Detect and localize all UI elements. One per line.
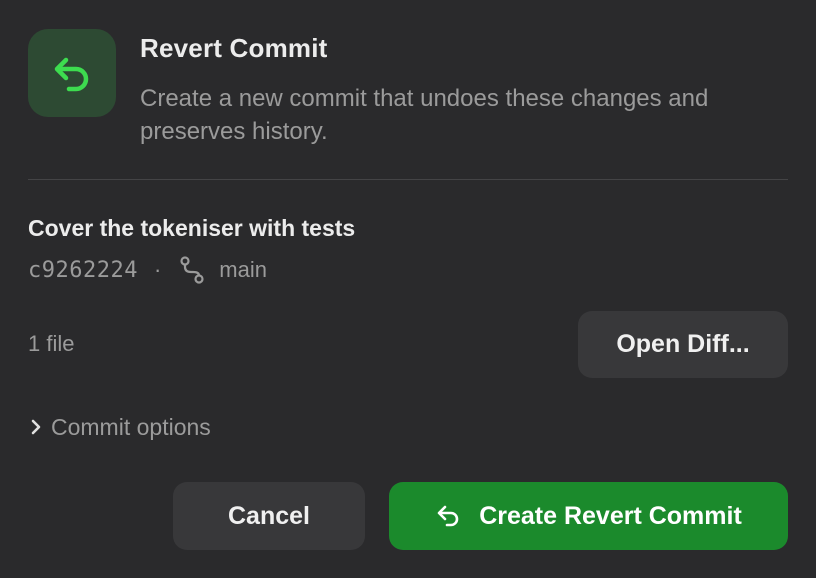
commit-hash: c9262224 — [28, 257, 138, 283]
revert-badge-icon — [28, 29, 116, 117]
revert-arrow-icon — [54, 57, 89, 92]
commit-options-toggle[interactable]: Commit options — [28, 410, 211, 444]
file-count: 1 file — [28, 331, 75, 356]
revert-arrow-icon — [435, 502, 463, 530]
branch-icon — [179, 255, 205, 285]
commit-message: Cover the tokeniser with tests — [28, 215, 356, 241]
commit-meta: c9262224 · main — [28, 255, 267, 285]
create-revert-commit-label: Create Revert Commit — [479, 501, 742, 530]
open-diff-button[interactable]: Open Diff... — [578, 311, 788, 378]
dialog-description: Create a new commit that undoes these ch… — [140, 85, 709, 145]
cancel-button[interactable]: Cancel — [173, 482, 365, 550]
revert-commit-dialog: Revert Commit Create a new commit that u… — [0, 0, 816, 578]
commit-options-label: Commit options — [51, 413, 211, 440]
dialog-title: Revert Commit — [140, 33, 328, 63]
chevron-right-icon — [28, 417, 44, 437]
create-revert-commit-button[interactable]: Create Revert Commit — [389, 482, 788, 550]
branch-name: main — [219, 257, 267, 282]
meta-separator: · — [153, 257, 162, 282]
divider — [28, 179, 788, 180]
